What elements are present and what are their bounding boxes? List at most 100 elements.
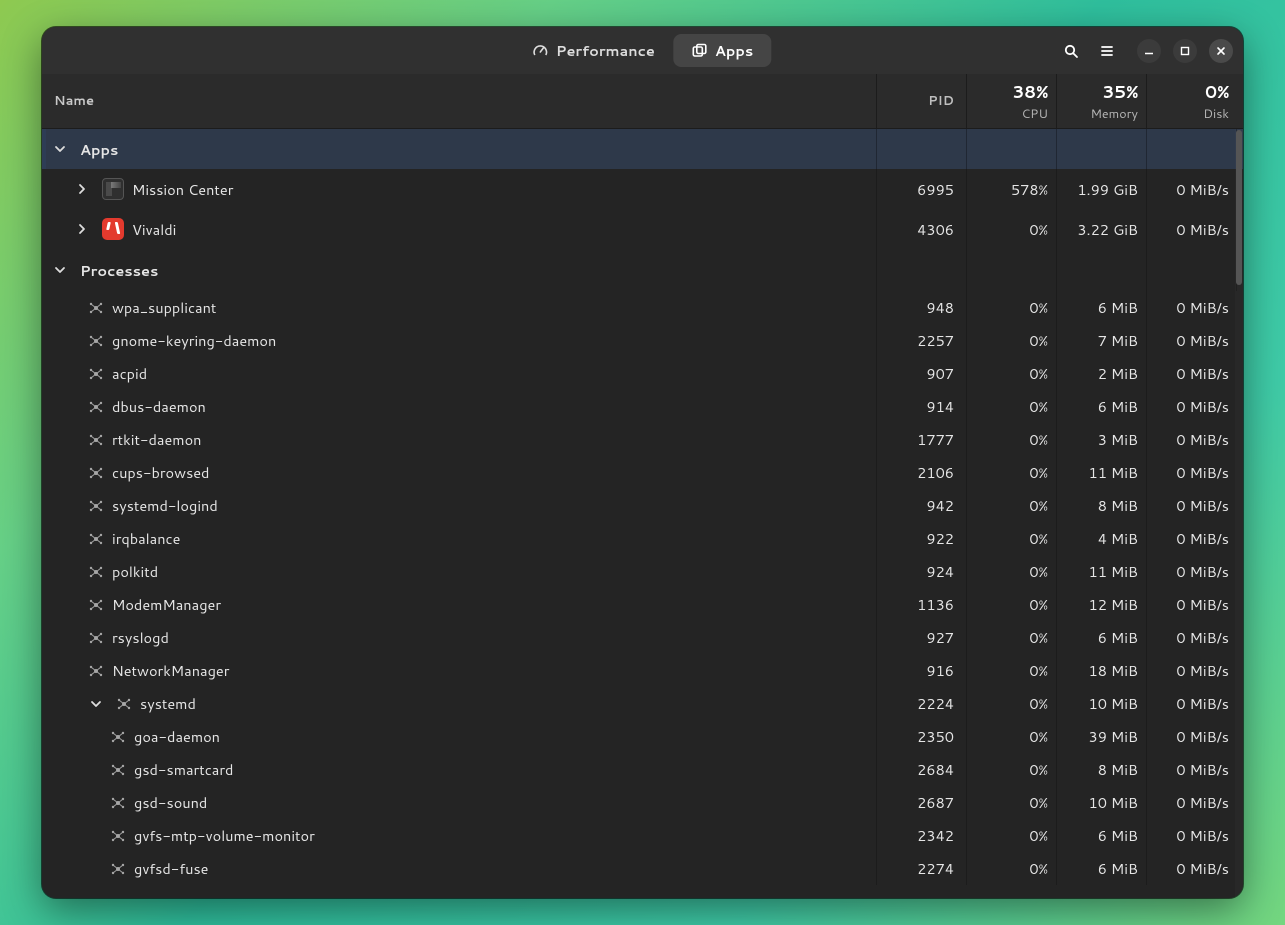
process-icon — [88, 366, 104, 382]
cell-cpu: 0% — [967, 489, 1057, 522]
column-memory[interactable]: 35% Memory — [1057, 74, 1147, 128]
window-controls — [1137, 39, 1233, 63]
table-row[interactable]: NetworkManager 916 0% 18 MiB 0 MiB/s — [42, 654, 1243, 687]
table-row[interactable]: Mission Center 6995 578% 1.99 GiB 0 MiB/… — [42, 169, 1243, 209]
search-button[interactable] — [1059, 39, 1083, 63]
cell-name: gsd-smartcard — [134, 759, 233, 780]
cell-name: cups-browsed — [112, 462, 209, 483]
process-icon — [88, 399, 104, 415]
table-row[interactable]: gvfsd-fuse 2274 0% 6 MiB 0 MiB/s — [42, 852, 1243, 885]
cell-name: ModemManager — [112, 594, 221, 615]
cell-disk: 0 MiB/s — [1147, 819, 1237, 852]
process-icon — [110, 861, 126, 877]
cell-disk: 0 MiB/s — [1147, 753, 1237, 786]
cell-pid: 2342 — [877, 819, 967, 852]
vivaldi-icon — [102, 218, 124, 240]
cell-cpu: 0% — [967, 555, 1057, 588]
cell-cpu: 0% — [967, 423, 1057, 456]
column-disk[interactable]: 0% Disk — [1147, 74, 1237, 128]
cell-pid: 916 — [877, 654, 967, 687]
cell-name: polkitd — [112, 561, 158, 582]
table-row[interactable]: polkitd 924 0% 11 MiB 0 MiB/s — [42, 555, 1243, 588]
group-processes[interactable]: Processes — [42, 249, 1243, 291]
cell-disk: 0 MiB/s — [1147, 687, 1237, 720]
cell-disk: 0 MiB/s — [1147, 654, 1237, 687]
table-row[interactable]: gvfs-mtp-volume-monitor 2342 0% 6 MiB 0 … — [42, 819, 1243, 852]
column-cpu[interactable]: 38% CPU — [967, 74, 1057, 128]
process-icon — [110, 828, 126, 844]
process-icon — [88, 432, 104, 448]
maximize-button[interactable] — [1173, 39, 1197, 63]
close-button[interactable] — [1209, 39, 1233, 63]
cell-cpu: 0% — [967, 588, 1057, 621]
menu-button[interactable] — [1095, 39, 1119, 63]
table-row[interactable]: wpa_supplicant 948 0% 6 MiB 0 MiB/s — [42, 291, 1243, 324]
cell-memory: 8 MiB — [1057, 753, 1147, 786]
cell-memory: 11 MiB — [1057, 555, 1147, 588]
table-row[interactable]: gsd-smartcard 2684 0% 8 MiB 0 MiB/s — [42, 753, 1243, 786]
column-name[interactable]: Name — [42, 74, 877, 128]
group-apps[interactable]: Apps — [42, 129, 1243, 169]
table-row[interactable]: gnome-keyring-daemon 2257 0% 7 MiB 0 MiB… — [42, 324, 1243, 357]
minimize-button[interactable] — [1137, 39, 1161, 63]
cell-name: rtkit-daemon — [112, 429, 201, 450]
table-row[interactable]: rsyslogd 927 0% 6 MiB 0 MiB/s — [42, 621, 1243, 654]
cell-cpu: 0% — [967, 456, 1057, 489]
cell-memory: 6 MiB — [1057, 621, 1147, 654]
cell-memory: 6 MiB — [1057, 390, 1147, 423]
table-row[interactable]: acpid 907 0% 2 MiB 0 MiB/s — [42, 357, 1243, 390]
cell-disk: 0 MiB/s — [1147, 357, 1237, 390]
cell-memory: 2 MiB — [1057, 357, 1147, 390]
tab-performance-label: Performance — [556, 40, 655, 61]
cell-pid: 4306 — [877, 209, 967, 249]
table-row[interactable]: irqbalance 922 0% 4 MiB 0 MiB/s — [42, 522, 1243, 555]
cell-pid: 2224 — [877, 687, 967, 720]
expand-icon[interactable] — [74, 221, 90, 237]
table-row[interactable]: ModemManager 1136 0% 12 MiB 0 MiB/s — [42, 588, 1243, 621]
process-icon — [116, 696, 132, 712]
cell-cpu: 0% — [967, 209, 1057, 249]
cell-memory: 10 MiB — [1057, 786, 1147, 819]
cell-cpu: 0% — [967, 687, 1057, 720]
table-row[interactable]: systemd-logind 942 0% 8 MiB 0 MiB/s — [42, 489, 1243, 522]
expand-icon[interactable] — [52, 262, 68, 278]
view-switcher: Performance Apps — [514, 34, 771, 67]
apps-icon — [691, 43, 707, 59]
speedometer-icon — [532, 43, 548, 59]
scrollbar-thumb[interactable] — [1236, 130, 1242, 285]
process-icon — [88, 333, 104, 349]
cell-disk: 0 MiB/s — [1147, 456, 1237, 489]
cell-pid: 2350 — [877, 720, 967, 753]
cell-disk: 0 MiB/s — [1147, 720, 1237, 753]
scrollbar-track[interactable] — [1235, 129, 1243, 898]
group-processes-label: Processes — [80, 260, 158, 281]
table-row[interactable]: goa-daemon 2350 0% 39 MiB 0 MiB/s — [42, 720, 1243, 753]
expand-icon[interactable] — [52, 141, 68, 157]
table-row[interactable]: systemd 2224 0% 10 MiB 0 MiB/s — [42, 687, 1243, 720]
tab-apps[interactable]: Apps — [673, 34, 771, 67]
cell-disk: 0 MiB/s — [1147, 169, 1237, 209]
cell-memory: 6 MiB — [1057, 852, 1147, 885]
cell-pid: 2106 — [877, 456, 967, 489]
cell-pid: 2687 — [877, 786, 967, 819]
tab-performance[interactable]: Performance — [514, 34, 673, 67]
cell-pid: 2257 — [877, 324, 967, 357]
cell-name: Mission Center — [132, 179, 233, 200]
cell-memory: 7 MiB — [1057, 324, 1147, 357]
cell-memory: 6 MiB — [1057, 291, 1147, 324]
cell-name: systemd-logind — [112, 495, 218, 516]
expand-icon[interactable] — [88, 696, 104, 712]
process-icon — [88, 531, 104, 547]
table-row[interactable]: Vivaldi 4306 0% 3.22 GiB 0 MiB/s — [42, 209, 1243, 249]
table-row[interactable]: dbus-daemon 914 0% 6 MiB 0 MiB/s — [42, 390, 1243, 423]
process-icon — [88, 564, 104, 580]
table-row[interactable]: cups-browsed 2106 0% 11 MiB 0 MiB/s — [42, 456, 1243, 489]
cell-memory: 4 MiB — [1057, 522, 1147, 555]
cell-name: gvfsd-fuse — [134, 858, 208, 879]
column-pid[interactable]: PID — [877, 74, 967, 128]
cell-disk: 0 MiB/s — [1147, 324, 1237, 357]
table-row[interactable]: rtkit-daemon 1777 0% 3 MiB 0 MiB/s — [42, 423, 1243, 456]
expand-icon[interactable] — [74, 181, 90, 197]
table-row[interactable]: gsd-sound 2687 0% 10 MiB 0 MiB/s — [42, 786, 1243, 819]
process-icon — [110, 729, 126, 745]
